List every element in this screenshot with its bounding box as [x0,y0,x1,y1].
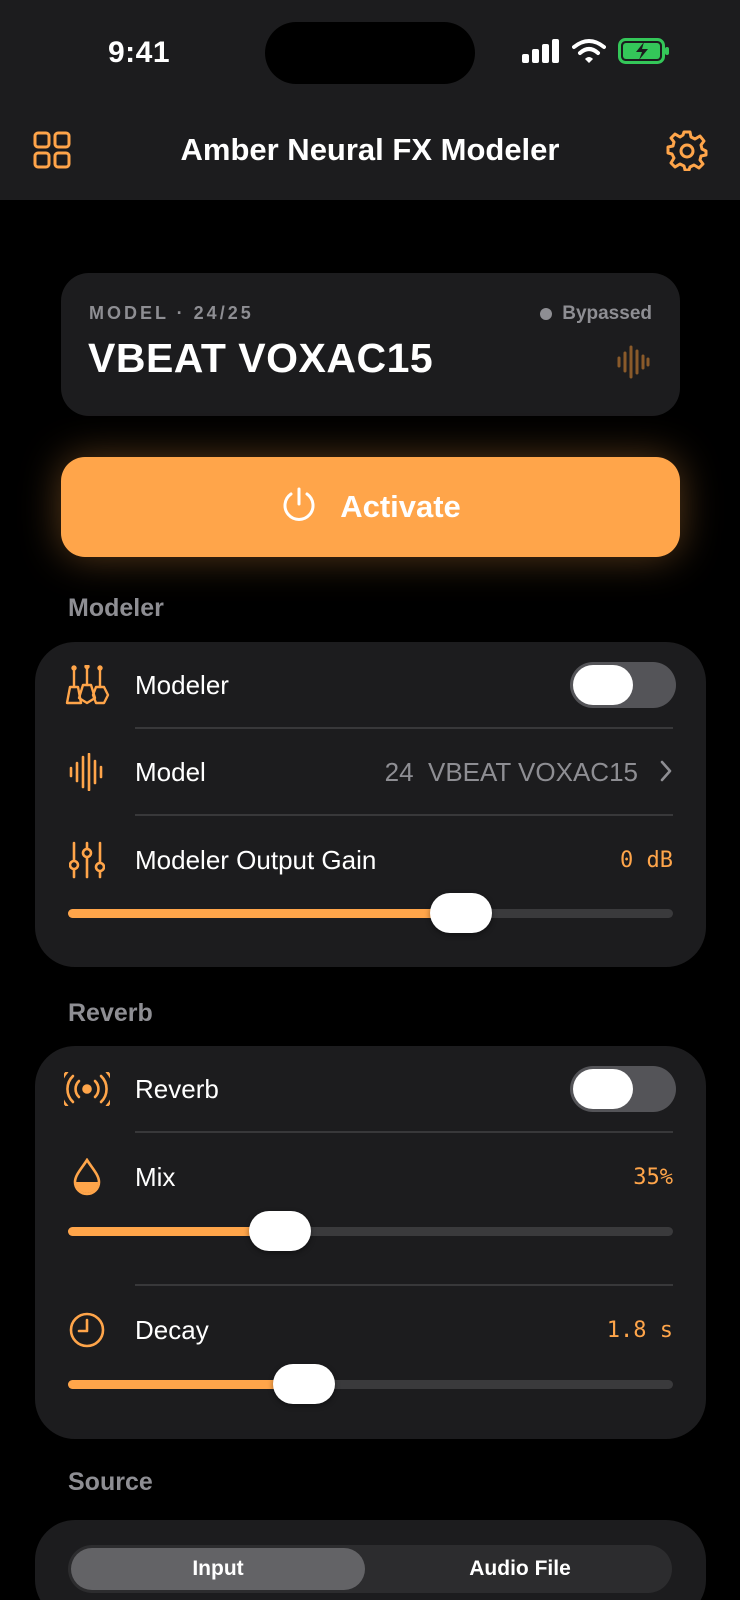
slider-thumb[interactable] [430,893,492,933]
decay-slider[interactable] [68,1364,673,1404]
reverb-toggle-row: Reverb [35,1046,706,1133]
waveform-icon [63,749,111,795]
modeler-toggle[interactable] [570,662,676,708]
reverb-toggle-label: Reverb [135,1074,219,1104]
source-segmented-control: Input Audio File [68,1545,672,1593]
model-value: 24 VBEAT VOXAC15 [384,757,638,787]
slider-thumb[interactable] [249,1211,311,1251]
status-label: Bypassed [562,303,652,324]
model-card: MODEL · 24/25 Bypassed VBEAT VOXAC15 [61,273,680,416]
clock-icon [63,1307,111,1353]
power-icon [280,486,318,529]
mix-value: 35% [633,1165,673,1190]
mix-slider[interactable] [68,1211,673,1251]
wifi-icon [572,38,606,69]
gain-row: Modeler Output Gain 0 dB [35,817,706,904]
dynamic-island [265,22,475,84]
reverb-toggle[interactable] [570,1066,676,1112]
slider-thumb[interactable] [273,1364,335,1404]
segment-input[interactable]: Input [71,1548,365,1590]
section-heading-reverb: Reverb [68,999,153,1027]
decay-row: Decay 1.8 s [35,1287,706,1374]
gain-value: 0 dB [620,848,673,873]
bypass-status: Bypassed [540,303,652,325]
activate-label: Activate [340,489,461,524]
status-icons [522,38,670,69]
waveform-icon [616,345,650,384]
mix-row: Mix 35% [35,1134,706,1221]
section-heading-source: Source [68,1468,153,1496]
divider [135,814,673,816]
model-row[interactable]: Model 24 VBEAT VOXAC15 [35,729,706,816]
modeler-card: Modeler Model 24 VBEAT VOXAC15 Modeler O… [35,642,706,967]
divider [135,1284,673,1286]
toggle-knob [573,1069,633,1109]
broadcast-icon [63,1066,111,1112]
sliders-icon [63,837,111,883]
section-heading-modeler: Modeler [68,594,164,622]
mix-label: Mix [135,1162,176,1192]
gear-icon [666,129,708,176]
gain-label: Modeler Output Gain [135,845,377,875]
page-title: Amber Neural FX Modeler [180,132,560,167]
segment-audio-file[interactable]: Audio File [370,1545,670,1593]
model-label: Model [135,757,206,787]
status-time: 9:41 [108,36,171,69]
status-dot [540,308,553,320]
toggle-knob [573,665,633,705]
modeler-toggle-label: Modeler [135,670,229,700]
chevron-right-icon [659,759,673,788]
drop-icon [63,1154,111,1200]
guitars-icon [63,662,111,708]
activate-button[interactable]: Activate [61,457,680,557]
slider-fill [68,909,461,918]
slider-fill [68,1380,304,1389]
top-bar: 9:41 Amber Neural FX Modeler [0,0,740,200]
decay-label: Decay [135,1315,209,1345]
reverb-card: Reverb Mix 35% Decay 1.8 s [35,1046,706,1439]
gain-slider[interactable] [68,893,673,933]
model-index: MODEL · 24/25 [89,303,254,323]
settings-button[interactable] [665,130,709,174]
battery-icon [618,38,670,69]
signal-icon [522,39,560,68]
divider [135,1131,673,1133]
model-name: VBEAT VOXAC15 [88,335,434,381]
decay-value: 1.8 s [606,1318,673,1343]
modeler-toggle-row: Modeler [35,642,706,729]
